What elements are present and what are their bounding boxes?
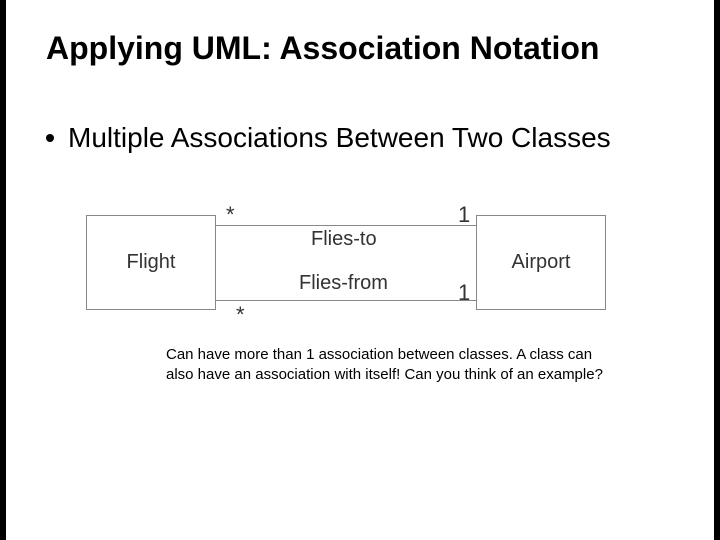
bullet-dot-icon <box>46 134 54 142</box>
association-label-top: Flies-to <box>311 228 377 251</box>
uml-diagram: Flight Airport * 1 Flies-to * 1 Flies-fr… <box>86 210 646 330</box>
multiplicity-bot-right: 1 <box>458 280 470 306</box>
association-label-bottom: Flies-from <box>299 272 388 295</box>
class-airport: Airport <box>476 215 606 310</box>
association-line-top <box>216 225 476 226</box>
class-flight: Flight <box>86 215 216 310</box>
association-line-bottom <box>216 300 476 301</box>
multiplicity-top-right: 1 <box>458 202 470 228</box>
multiplicity-bot-left: * <box>236 302 245 328</box>
slide-title: Applying UML: Association Notation <box>46 30 599 67</box>
bullet-item: Multiple Associations Between Two Classe… <box>46 120 611 155</box>
slide: Applying UML: Association Notation Multi… <box>6 0 714 540</box>
caption-text: Can have more than 1 association between… <box>166 345 606 384</box>
bullet-text: Multiple Associations Between Two Classe… <box>68 120 611 155</box>
multiplicity-top-left: * <box>226 202 235 228</box>
